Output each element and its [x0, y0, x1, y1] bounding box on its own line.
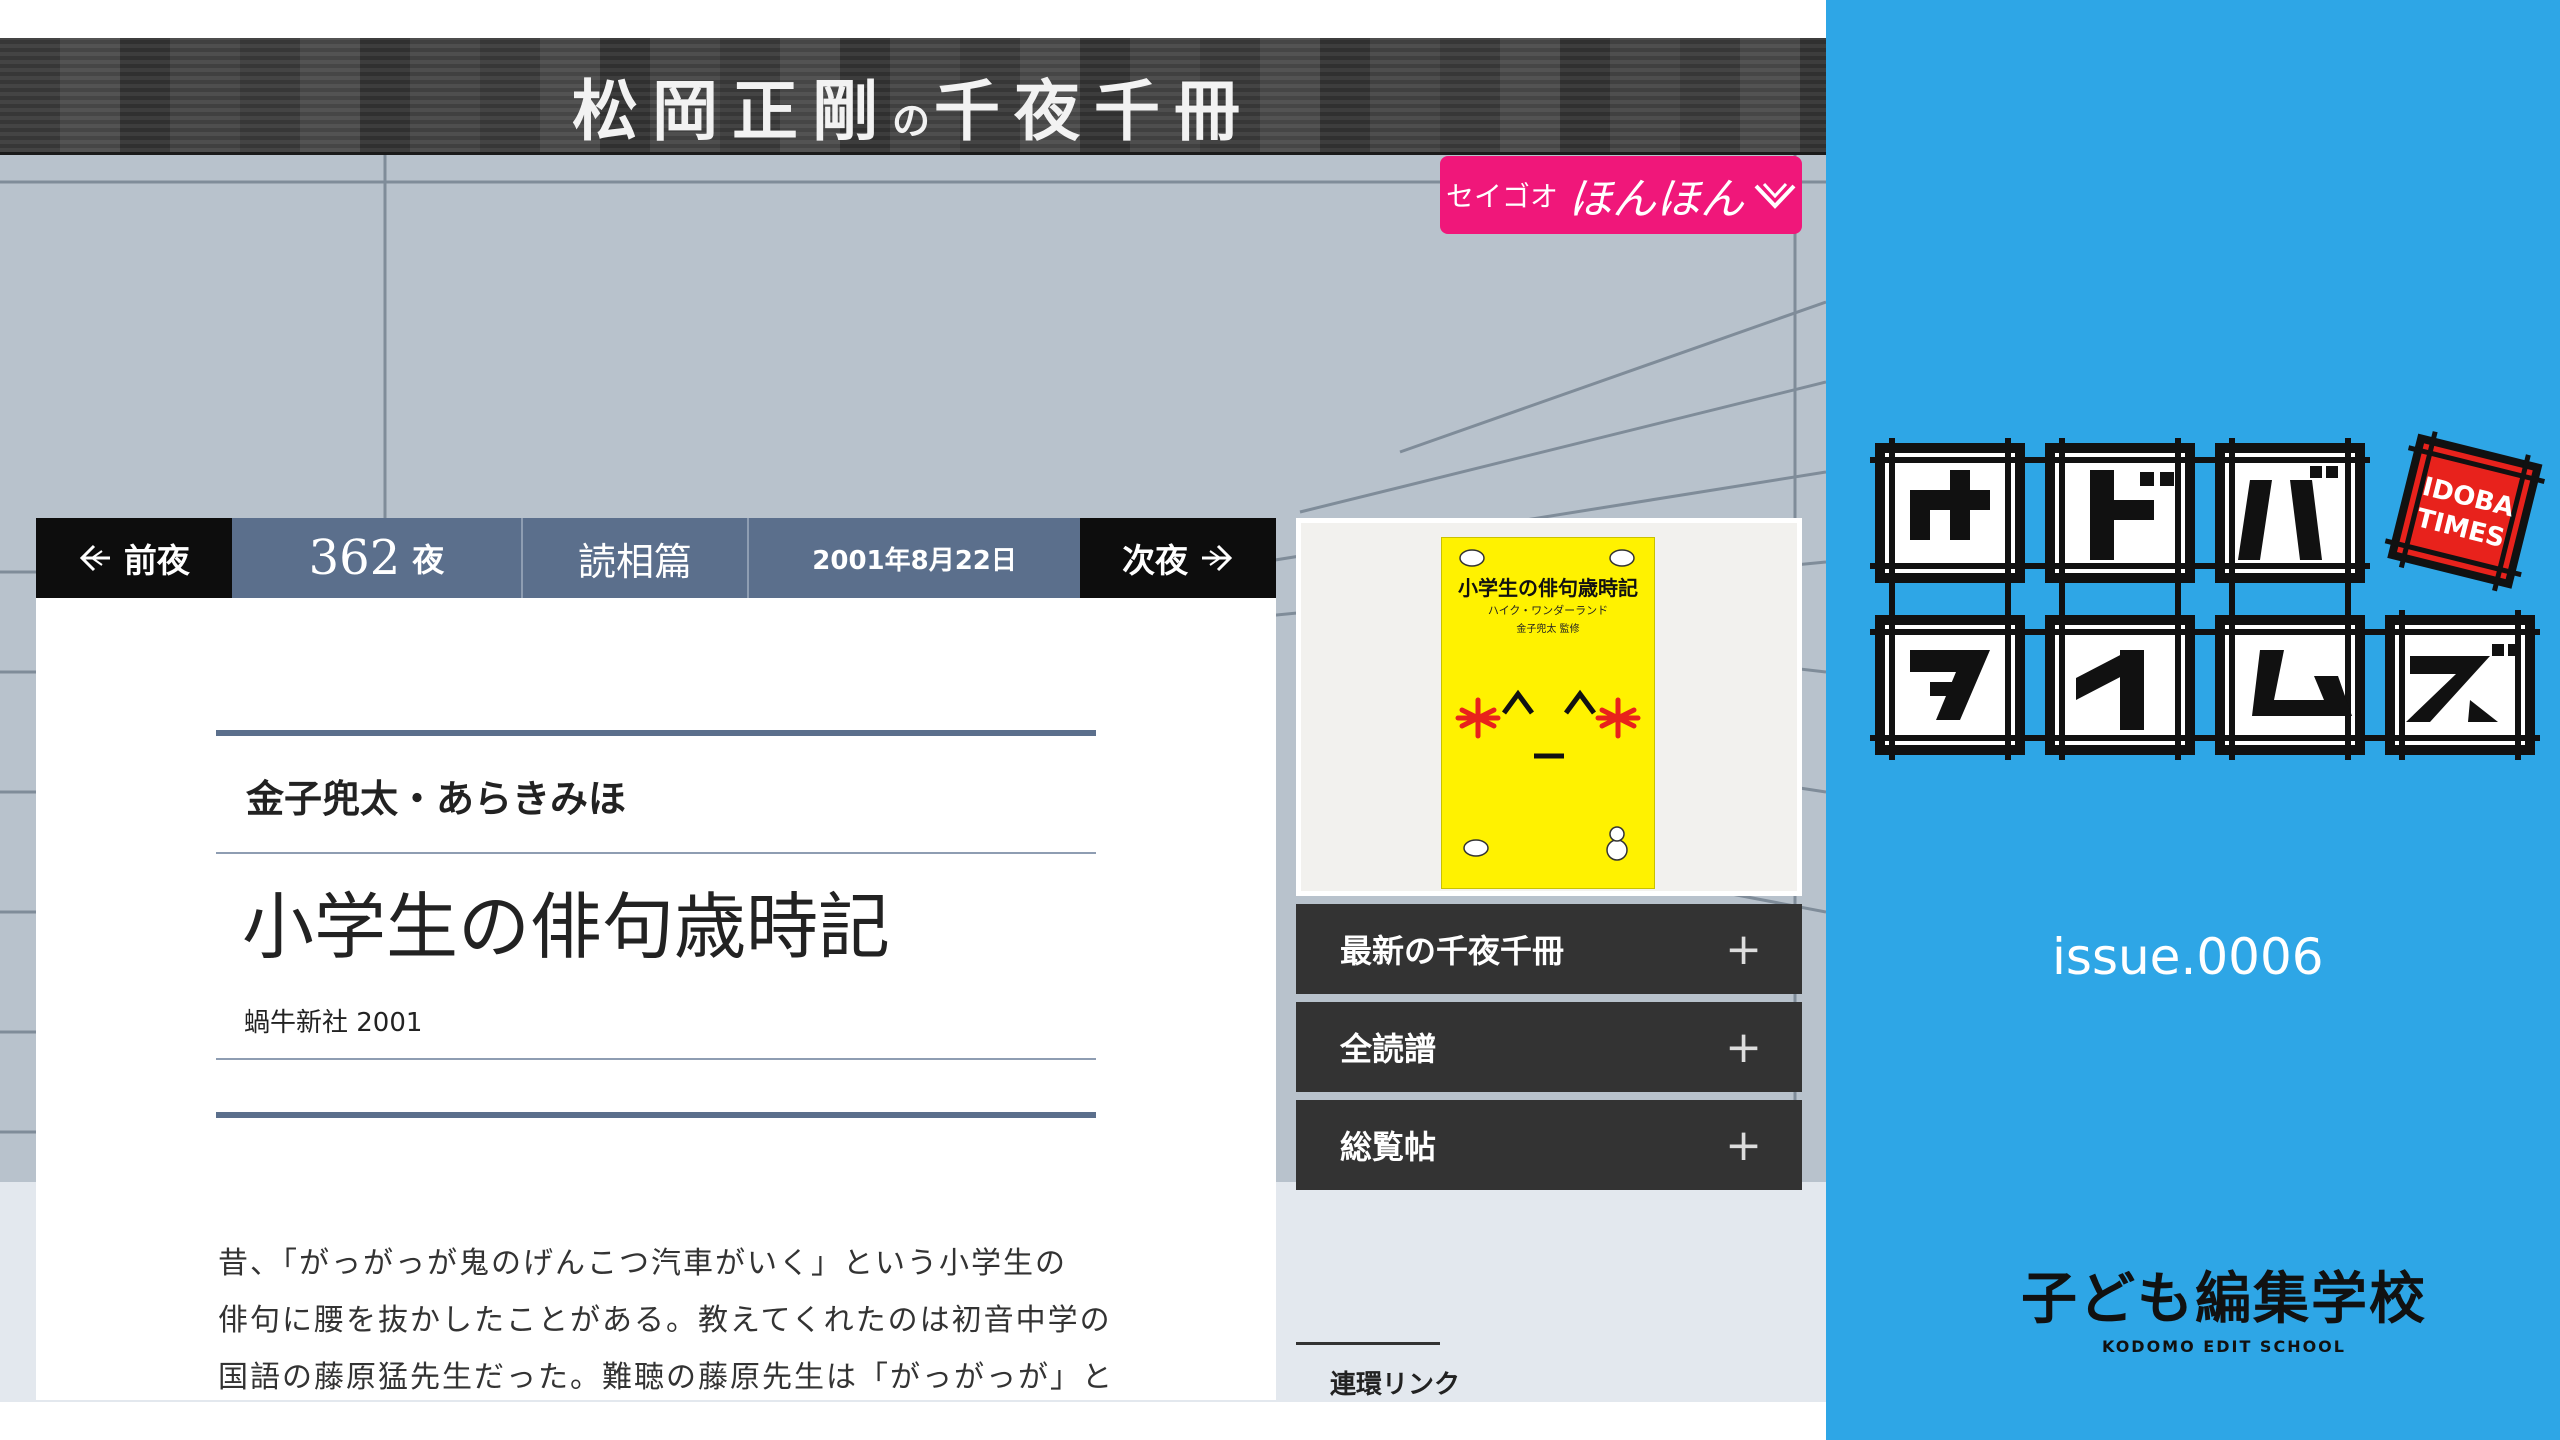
book-author: 金子兜太・あらきみほ	[246, 777, 627, 821]
menu-all-reading[interactable]: 全読譜 +	[1296, 1002, 1802, 1092]
plus-icon: +	[1725, 923, 1762, 975]
category-text: 読相篇	[578, 539, 693, 584]
publish-date-text: 2001年8月22日	[812, 545, 1017, 576]
menu-overview-label: 総覧帖	[1340, 1128, 1437, 1166]
book-publisher: 蝸牛新社 2001	[244, 1008, 423, 1038]
body-line: 昔、「がっがっが鬼のげんこつ汽車がいく」という小学生の	[218, 1246, 1067, 1281]
article-card: 金子兜太・あらきみほ 小学生の俳句歳時記 蝸牛新社 2001 昔、「がっがっが鬼…	[36, 598, 1276, 1400]
night-number-value: 362	[308, 530, 401, 586]
book-cover-frame: 小学生の俳句歳時記 ハイク・ワンダーランド 金子兜太 監修	[1296, 518, 1802, 896]
related-links-rule	[1296, 1342, 1440, 1345]
cover-editor: 金子兜太 監修	[1516, 624, 1580, 635]
site-banner[interactable]: 松岡正剛の千夜千冊	[0, 38, 1826, 155]
publish-date: 2001年8月22日	[749, 518, 1080, 598]
arrow-left-icon	[79, 544, 110, 572]
chevron-down-icon	[1754, 182, 1796, 209]
school-name-en: KODOMO EDIT SCHOOL	[2102, 1337, 2346, 1356]
plus-icon: +	[1725, 1021, 1762, 1073]
night-unit: 夜	[412, 541, 445, 579]
site-title-name: 松岡正剛	[571, 72, 892, 150]
next-night-label: 次夜	[1122, 541, 1189, 580]
site-title[interactable]: 松岡正剛の千夜千冊	[0, 58, 1826, 154]
next-night-button[interactable]: 次夜	[1080, 518, 1277, 598]
menu-all-reading-label: 全読譜	[1340, 1030, 1437, 1068]
menu-latest-label: 最新の千夜千冊	[1340, 932, 1565, 970]
menu-overview[interactable]: 総覧帖 +	[1296, 1100, 1802, 1190]
honhon-label: ほんほん	[1568, 174, 1744, 225]
body-line: 俳句に腰を抜かしたことがある。教えてくれたのは初音中学の	[218, 1303, 1112, 1338]
plus-icon: +	[1725, 1119, 1762, 1171]
header-rule-end	[216, 1112, 1096, 1118]
category-label[interactable]: 読相篇	[523, 518, 749, 598]
idoba-times-logo: IDOBA TIMES	[1870, 431, 2545, 760]
seigow-honhon-button[interactable]: セイゴオ ほんほん	[1440, 156, 1802, 234]
site-title-series: 千夜千冊	[934, 72, 1254, 150]
menu-latest[interactable]: 最新の千夜千冊 +	[1296, 904, 1802, 994]
header-rule-mid	[216, 852, 1096, 854]
webpage-screenshot: 松岡正剛の千夜千冊 セイゴオ ほんほん 前夜 362 夜 読相篇 2001年8月…	[0, 0, 1826, 1440]
book-title: 小学生の俳句歳時記	[242, 885, 891, 969]
arrow-right-icon	[1202, 544, 1233, 572]
book-cover-image[interactable]: 小学生の俳句歳時記 ハイク・ワンダーランド 金子兜太 監修	[1441, 537, 1655, 889]
issue-number: issue.0006	[2052, 928, 2324, 986]
header-rule-top	[216, 730, 1096, 736]
related-links-heading: 連環リンク	[1330, 1370, 1461, 1400]
cover-subtitle: ハイク・ワンダーランド	[1487, 604, 1609, 617]
night-navigation-bar: 前夜 362 夜 読相篇 2001年8月22日 次夜	[36, 518, 1277, 598]
body-line: 国語の藤原猛先生だった。難聴の藤原先生は「がっがっが」と	[218, 1360, 1114, 1395]
site-title-particle: の	[891, 98, 934, 143]
cover-title: 小学生の俳句歳時記	[1458, 576, 1638, 600]
prev-night-button[interactable]: 前夜	[36, 518, 232, 598]
kodomo-edit-school-logo: 子ども編集学校 KODOMO EDIT SCHOOL	[2014, 1254, 2434, 1356]
seigow-label: セイゴオ	[1445, 180, 1558, 213]
prev-night-label: 前夜	[123, 541, 190, 580]
night-number: 362 夜	[232, 518, 524, 598]
school-name-jp: 子ども編集学校	[2021, 1267, 2427, 1332]
header-rule-bottom	[216, 1058, 1096, 1060]
